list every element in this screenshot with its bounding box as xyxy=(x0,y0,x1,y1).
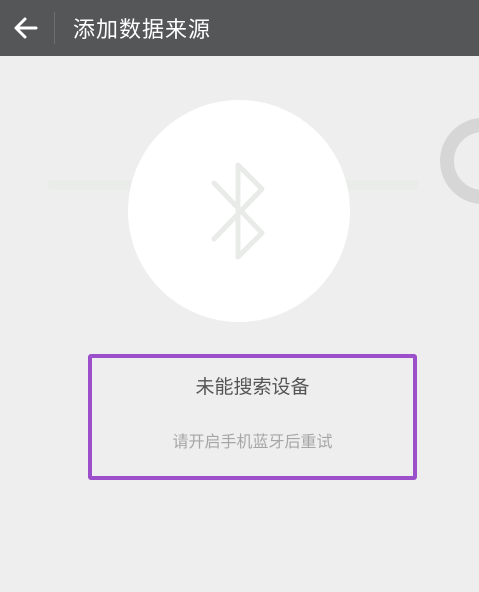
arrow-left-icon xyxy=(14,17,38,39)
top-app-bar: 添加数据来源 xyxy=(0,0,479,56)
status-subtitle: 请开启手机蓝牙后重试 xyxy=(172,432,333,451)
loading-ring-icon xyxy=(440,118,479,204)
page-title: 添加数据来源 xyxy=(73,18,212,43)
status-title: 未能搜索设备 xyxy=(195,376,310,398)
back-button[interactable] xyxy=(0,0,52,56)
bluetooth-indicator xyxy=(128,100,350,322)
main-content: 未能搜索设备 请开启手机蓝牙后重试 xyxy=(0,56,479,592)
bluetooth-icon xyxy=(211,162,265,260)
status-message-box: 未能搜索设备 请开启手机蓝牙后重试 xyxy=(88,354,417,480)
header-divider xyxy=(54,12,55,44)
